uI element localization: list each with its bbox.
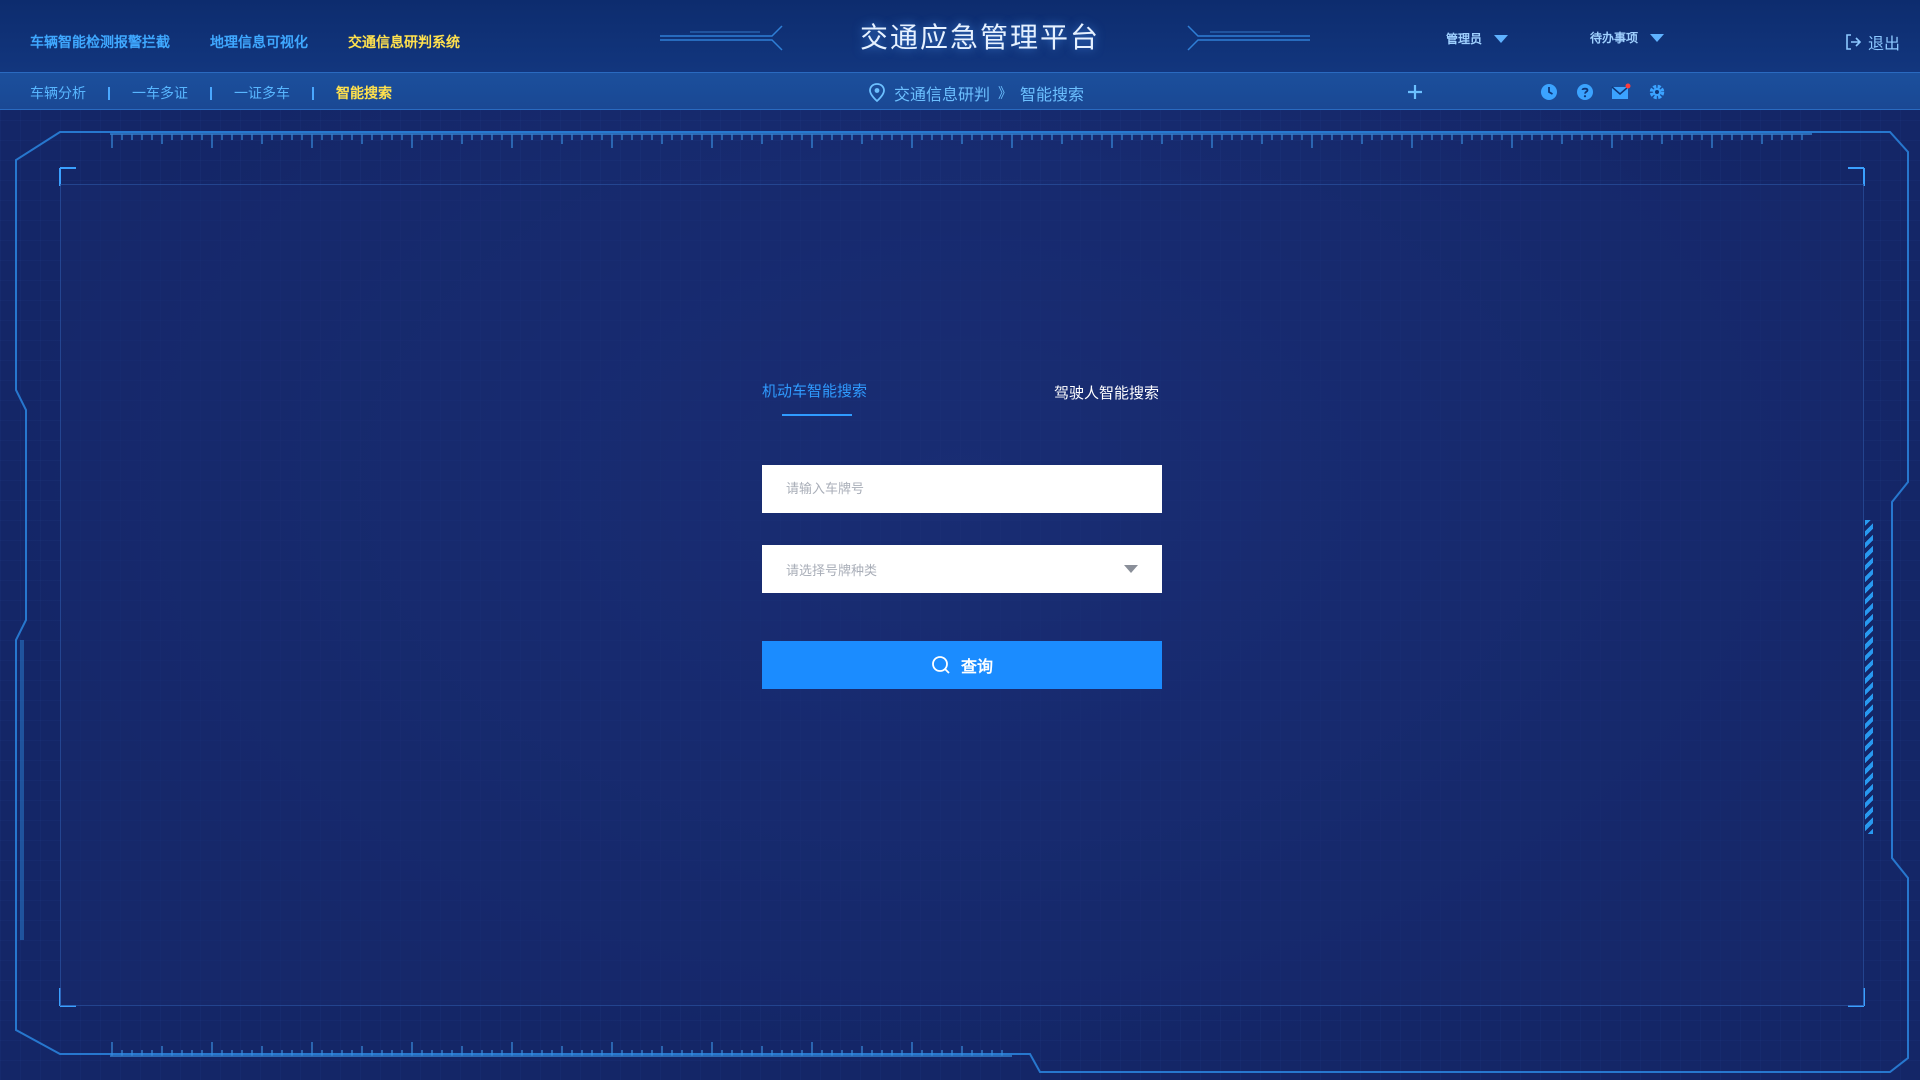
chevron-down-icon (1650, 33, 1665, 42)
plate-type-select[interactable]: 请选择号牌种类 (762, 545, 1162, 593)
mail-button[interactable] (1610, 81, 1632, 103)
subnav-one-cert-multi-car[interactable]: 一证多车 (234, 83, 290, 103)
breadcrumb: 交通信息研判 》 智能搜索 (868, 81, 1084, 105)
settings-icon (1649, 84, 1665, 100)
location-pin-icon (869, 83, 885, 103)
sub-nav: 车辆分析 一车多证 一证多车 智能搜索 (30, 83, 392, 103)
sub-nav-bar: 车辆分析 一车多证 一证多车 智能搜索 交通信息研判 》 智能搜索 (0, 72, 1920, 110)
query-label: 查询 (960, 657, 993, 676)
subnav-one-car-multi-cert[interactable]: 一车多证 (132, 83, 188, 103)
settings-button[interactable] (1646, 81, 1668, 103)
ruler-top (110, 133, 1812, 148)
breadcrumb-separator: 》 (998, 86, 1013, 102)
top-header: 车辆智能检测报警拦截 地理信息可视化 交通信息研判系统 交通应急管理平台 管理员… (0, 0, 1920, 72)
system-tab-geo-visualization[interactable]: 地理信息可视化 (210, 32, 308, 52)
divider (210, 86, 212, 100)
history-button[interactable] (1538, 81, 1560, 103)
logout-button[interactable]: 退出 (1844, 30, 1900, 54)
subnav-smart-search[interactable]: 智能搜索 (336, 83, 392, 103)
breadcrumb-current: 智能搜索 (1020, 85, 1085, 104)
help-button[interactable] (1574, 81, 1596, 103)
page-title: 交通应急管理平台 (859, 21, 1100, 54)
todo-label: 待办事项 (1590, 31, 1639, 45)
query-button[interactable]: 查询 (762, 641, 1162, 689)
title-area: 交通应急管理平台 (660, 0, 1310, 72)
search-icon (932, 656, 950, 674)
toolbar (1404, 81, 1668, 103)
breadcrumb-item[interactable]: 交通信息研判 (894, 81, 990, 105)
title-right-ornament (1187, 25, 1310, 51)
tab-driver-search[interactable]: 驾驶人智能搜索 (1054, 382, 1159, 403)
mail-icon (1611, 83, 1631, 99)
add-icon (1408, 85, 1422, 99)
help-icon (1577, 84, 1593, 100)
chevron-down-icon (1124, 565, 1138, 573)
logout-label: 退出 (1868, 34, 1901, 53)
system-nav: 车辆智能检测报警拦截 地理信息可视化 交通信息研判系统 (30, 32, 460, 52)
divider (312, 86, 314, 100)
plate-number-input[interactable] (762, 465, 1162, 513)
subnav-vehicle-analysis[interactable]: 车辆分析 (30, 83, 86, 103)
plate-type-placeholder: 请选择号牌种类 (786, 564, 878, 579)
clock-icon (1541, 84, 1557, 100)
chevron-down-icon (1494, 34, 1509, 43)
search-tabs: 机动车智能搜索 驾驶人智能搜索 (762, 380, 1162, 420)
user-menu[interactable]: 管理员 (1446, 30, 1509, 47)
logout-icon (1846, 34, 1862, 50)
divider (108, 86, 110, 100)
system-tab-vehicle-alarm[interactable]: 车辆智能检测报警拦截 (30, 32, 170, 52)
todo-menu[interactable]: 待办事项 (1590, 29, 1665, 46)
system-tab-traffic-analysis[interactable]: 交通信息研判系统 (348, 32, 460, 52)
side-stripe-decoration (1865, 520, 1873, 834)
active-tab-indicator (782, 414, 852, 416)
user-label: 管理员 (1446, 32, 1483, 46)
add-button[interactable] (1404, 81, 1426, 103)
content-panel (60, 184, 1864, 1006)
tab-vehicle-search[interactable]: 机动车智能搜索 (762, 380, 867, 401)
